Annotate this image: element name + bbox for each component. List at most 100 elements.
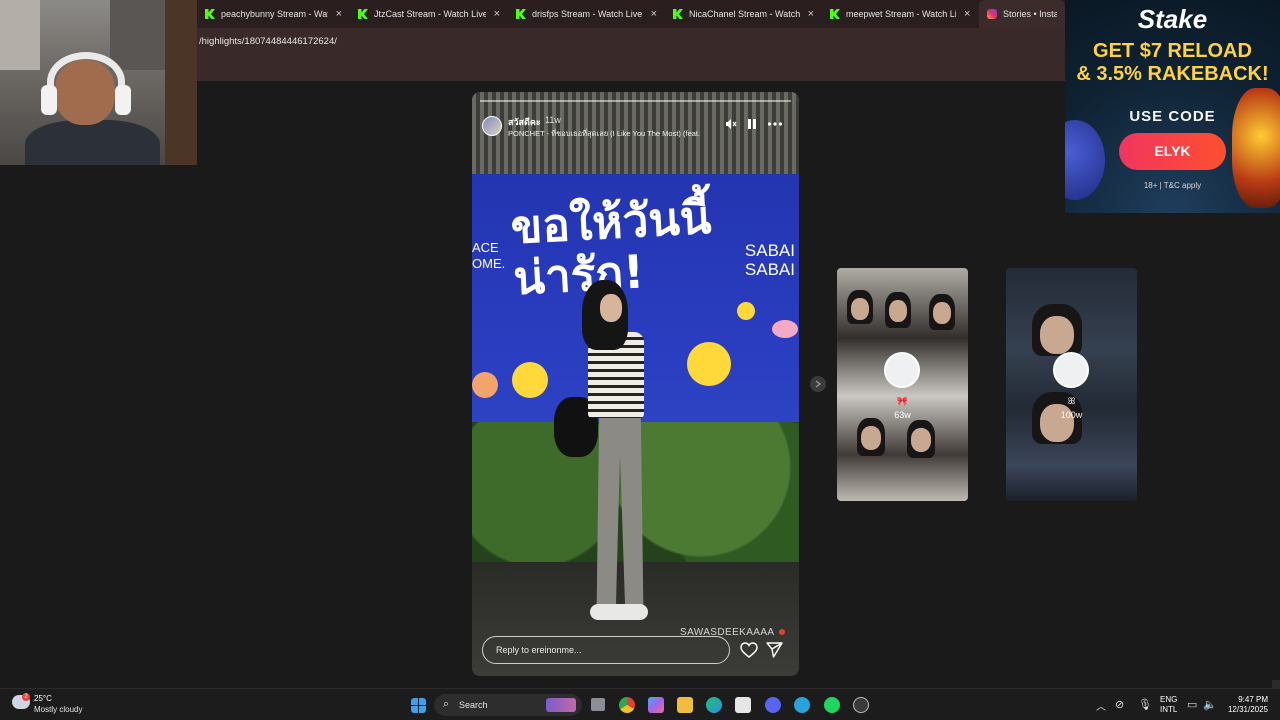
chevron-right-icon xyxy=(815,380,822,388)
mural-flower xyxy=(687,342,731,386)
tab-title: NicaChanel Stream - Watch Live xyxy=(689,9,800,19)
copilot-icon[interactable] xyxy=(648,697,664,713)
url-text[interactable]: /highlights/18074484446172624/ xyxy=(199,36,337,47)
edge-icon[interactable] xyxy=(706,697,722,713)
mural-text-left: ACE OME. xyxy=(472,240,506,271)
story-viewer[interactable]: ขอให้วันนี้ น่ารัก! ACE OME. SABAI SABAI… xyxy=(472,92,799,676)
highlight-age: 63w xyxy=(894,410,911,420)
store-icon[interactable] xyxy=(735,697,751,713)
tab-title: peachybunny Stream - Watch L xyxy=(221,9,328,19)
tab-nicachanel[interactable]: NicaChanel Stream - Watch Live × xyxy=(665,0,822,28)
app-icon[interactable] xyxy=(853,697,869,713)
photo-person-face xyxy=(600,294,622,322)
tab-title: drisfps Stream - Watch Live on xyxy=(532,9,643,19)
tab-title: meepwet Stream - Watch Live o xyxy=(846,9,956,19)
file-explorer-icon[interactable] xyxy=(677,697,693,713)
tab-drisfps[interactable]: drisfps Stream - Watch Live on × xyxy=(508,0,665,28)
ad-headline: GET $7 RELOAD & 3.5% RAKEBACK! xyxy=(1065,40,1280,86)
windows-start-icon[interactable] xyxy=(411,698,426,713)
chrome-icon[interactable] xyxy=(619,697,635,713)
lang-line-1: ENG xyxy=(1160,695,1178,704)
close-tab-icon[interactable]: × xyxy=(964,8,970,20)
weather-widget[interactable]: 2 25°C Mostly cloudy xyxy=(12,693,122,717)
kick-icon xyxy=(673,9,683,19)
avatar[interactable] xyxy=(482,116,502,136)
tab-title: Stories • Instagram xyxy=(1003,9,1057,19)
weather-temp: 25°C xyxy=(34,694,52,703)
close-tab-icon[interactable]: × xyxy=(808,8,814,20)
highlight-preview-1[interactable]: 🎀 63w xyxy=(837,268,968,501)
discord-icon[interactable] xyxy=(765,697,781,713)
wall-poster xyxy=(0,0,40,70)
taskbar-search[interactable]: ⌕ Search xyxy=(434,694,582,716)
weather-condition: Mostly cloudy xyxy=(34,705,83,714)
close-tab-icon[interactable]: × xyxy=(336,8,342,20)
pause-icon[interactable] xyxy=(747,118,757,132)
ad-headline-line-2: & 3.5% RAKEBACK! xyxy=(1076,63,1269,85)
speaker-muted-icon[interactable] xyxy=(725,118,737,132)
clock-date: 12/31/2025 xyxy=(1227,705,1268,714)
background-door xyxy=(165,0,197,165)
highlight-title: 🎀 xyxy=(896,396,909,406)
reply-input[interactable]: Reply to ereinonme... xyxy=(482,636,730,664)
more-icon[interactable] xyxy=(767,118,783,132)
mural-flower xyxy=(512,362,548,398)
headphones xyxy=(47,52,125,112)
story-age: 11w xyxy=(545,115,561,125)
tab-peachybunny[interactable]: peachybunny Stream - Watch L × xyxy=(197,0,350,28)
stake-ad-overlay: Stake GET $7 RELOAD & 3.5% RAKEBACK! USE… xyxy=(1065,0,1280,213)
mural-text-line-1: ขอให้วันนี้ xyxy=(509,189,713,255)
clock[interactable]: 9:47 PM 12/31/2025 xyxy=(1222,695,1268,715)
close-tab-icon[interactable]: × xyxy=(494,8,500,20)
mural-flower xyxy=(472,372,498,398)
kick-icon xyxy=(830,9,840,19)
chevron-up-icon[interactable]: ︿ xyxy=(1096,698,1106,713)
streamer xyxy=(25,50,160,165)
close-tab-icon[interactable]: × xyxy=(651,8,657,20)
kick-icon xyxy=(358,9,368,19)
task-view-icon[interactable] xyxy=(591,698,605,711)
story-header: สวัสดีคะ 11w PONCHET - ที่ชอบเธอที่สุดเล… xyxy=(482,114,789,144)
highlight-cover xyxy=(1053,352,1089,388)
tab-title: JtzCast Stream - Watch Live on xyxy=(374,9,486,19)
mural-flower xyxy=(772,320,798,338)
lang-line-2: INTL xyxy=(1160,705,1178,714)
story-username[interactable]: สวัสดีคะ xyxy=(508,115,541,129)
tab-jtzcast[interactable]: JtzCast Stream - Watch Live on × xyxy=(350,0,508,28)
photo-person-shoes xyxy=(590,604,648,620)
telegram-icon[interactable] xyxy=(794,697,810,713)
microphone-icon[interactable]: 🎙 xyxy=(1138,698,1152,711)
toolbar-band xyxy=(197,56,1065,81)
kick-icon xyxy=(516,9,526,19)
highlight-age: 100w xyxy=(1060,410,1083,420)
highlight-preview-2[interactable]: ꕥ 100w xyxy=(1006,268,1137,501)
volume-icon[interactable]: 🔈 xyxy=(1203,698,1217,711)
ad-terms: 18+ | T&C apply xyxy=(1143,181,1202,190)
next-story-button[interactable] xyxy=(810,376,826,392)
spotify-icon[interactable] xyxy=(824,697,840,713)
webcam-overlay xyxy=(0,0,197,165)
highlight-title: ꕥ xyxy=(1067,396,1076,406)
search-highlight-icon xyxy=(546,698,576,712)
headphone-left-cup xyxy=(41,85,57,115)
send-icon[interactable] xyxy=(766,642,783,663)
story-music-label[interactable]: PONCHET - ที่ชอบเธอที่สุดเลย (I Like You… xyxy=(508,128,718,140)
reply-placeholder: Reply to ereinonme... xyxy=(496,645,582,655)
streamer-body xyxy=(25,120,160,165)
story-progress-bar xyxy=(480,100,791,102)
weather-badge: 2 xyxy=(22,693,30,701)
tab-instagram-stories[interactable]: Stories • Instagram xyxy=(979,0,1065,28)
address-bar[interactable]: /highlights/18074484446172624/ xyxy=(197,28,1065,56)
ad-use-code: USE CODE xyxy=(1129,108,1216,125)
display-icon[interactable]: ▭ xyxy=(1187,698,1197,711)
watermark-dot xyxy=(778,629,785,636)
language-indicator[interactable]: ENG INTL xyxy=(1160,695,1177,715)
headphone-right-cup xyxy=(115,85,131,115)
search-icon: ⌕ xyxy=(443,698,450,710)
ad-brand: Stake xyxy=(1137,4,1208,34)
mural-text-right: SABAI SABAI xyxy=(744,241,795,279)
heart-icon[interactable] xyxy=(740,642,758,663)
network-icon[interactable]: ⊘ xyxy=(1115,698,1124,711)
tab-meepwet[interactable]: meepwet Stream - Watch Live o × xyxy=(822,0,979,28)
scroll-corner xyxy=(1272,680,1280,688)
